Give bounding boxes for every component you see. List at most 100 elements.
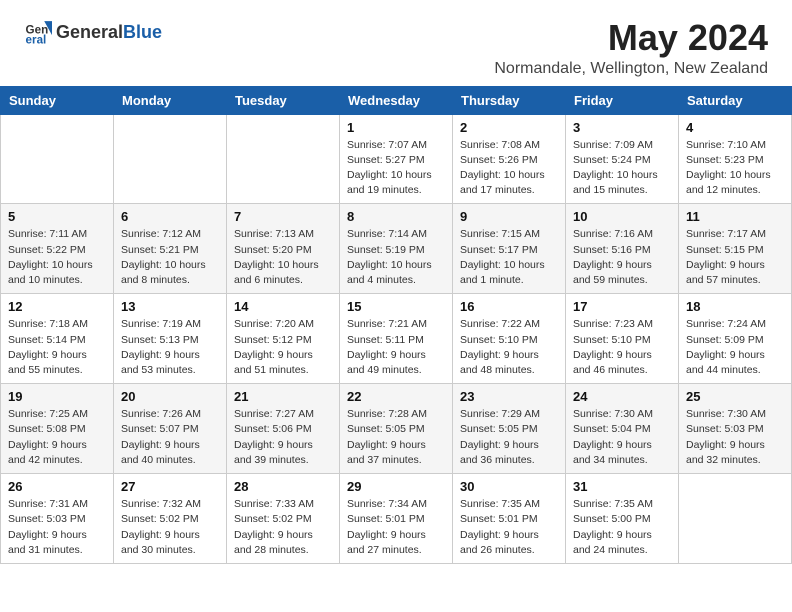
col-thursday: Thursday xyxy=(453,86,566,114)
day-number: 11 xyxy=(686,209,784,224)
day-info: Sunrise: 7:09 AM Sunset: 5:24 PM Dayligh… xyxy=(573,138,671,199)
day-number: 9 xyxy=(460,209,558,224)
table-row: 20 Sunrise: 7:26 AM Sunset: 5:07 PM Dayli… xyxy=(114,384,227,474)
calendar-week-row: 1Sunrise: 7:07 AM Sunset: 5:27 PM Daylig… xyxy=(1,114,792,204)
day-number: 21 xyxy=(234,389,332,404)
table-row: 24 Sunrise: 7:30 AM Sunset: 5:04 PM Dayli… xyxy=(566,384,679,474)
table-row: 28 Sunrise: 7:33 AM Sunset: 5:02 PM Dayli… xyxy=(227,474,340,564)
day-info: Sunrise: 7:30 AM Sunset: 5:03 PM Dayligh… xyxy=(686,407,784,468)
day-info: Sunrise: 7:28 AM Sunset: 5:05 PM Dayligh… xyxy=(347,407,445,468)
table-row: 12Sunrise: 7:18 AM Sunset: 5:14 PM Dayli… xyxy=(1,294,114,384)
table-row: 15 Sunrise: 7:21 AM Sunset: 5:11 PM Dayli… xyxy=(340,294,453,384)
day-number: 8 xyxy=(347,209,445,224)
day-info: Sunrise: 7:25 AM Sunset: 5:08 PM Dayligh… xyxy=(8,407,106,468)
calendar-title: May 2024 xyxy=(494,18,768,58)
table-row: 14 Sunrise: 7:20 AM Sunset: 5:12 PM Dayli… xyxy=(227,294,340,384)
col-sunday: Sunday xyxy=(1,86,114,114)
day-info: Sunrise: 7:35 AM Sunset: 5:00 PM Dayligh… xyxy=(573,497,671,558)
day-info: Sunrise: 7:32 AM Sunset: 5:02 PM Dayligh… xyxy=(121,497,219,558)
table-row: 22 Sunrise: 7:28 AM Sunset: 5:05 PM Dayli… xyxy=(340,384,453,474)
day-number: 10 xyxy=(573,209,671,224)
day-info: Sunrise: 7:24 AM Sunset: 5:09 PM Dayligh… xyxy=(686,317,784,378)
col-saturday: Saturday xyxy=(679,86,792,114)
calendar-header-row: Sunday Monday Tuesday Wednesday Thursday… xyxy=(1,86,792,114)
day-number: 26 xyxy=(8,479,106,494)
calendar-week-row: 12Sunrise: 7:18 AM Sunset: 5:14 PM Dayli… xyxy=(1,294,792,384)
day-info: Sunrise: 7:30 AM Sunset: 5:04 PM Dayligh… xyxy=(573,407,671,468)
day-info: Sunrise: 7:16 AM Sunset: 5:16 PM Dayligh… xyxy=(573,227,671,288)
table-row xyxy=(114,114,227,204)
table-row xyxy=(1,114,114,204)
day-number: 4 xyxy=(686,120,784,135)
day-number: 28 xyxy=(234,479,332,494)
day-info: Sunrise: 7:22 AM Sunset: 5:10 PM Dayligh… xyxy=(460,317,558,378)
day-info: Sunrise: 7:14 AM Sunset: 5:19 PM Dayligh… xyxy=(347,227,445,288)
table-row: 13Sunrise: 7:19 AM Sunset: 5:13 PM Dayli… xyxy=(114,294,227,384)
day-number: 14 xyxy=(234,299,332,314)
day-info: Sunrise: 7:08 AM Sunset: 5:26 PM Dayligh… xyxy=(460,138,558,199)
day-number: 2 xyxy=(460,120,558,135)
calendar-week-row: 5 Sunrise: 7:11 AM Sunset: 5:22 PM Daylig… xyxy=(1,204,792,294)
col-wednesday: Wednesday xyxy=(340,86,453,114)
table-row: 31Sunrise: 7:35 AM Sunset: 5:00 PM Dayli… xyxy=(566,474,679,564)
day-info: Sunrise: 7:27 AM Sunset: 5:06 PM Dayligh… xyxy=(234,407,332,468)
table-row: 17Sunrise: 7:23 AM Sunset: 5:10 PM Dayli… xyxy=(566,294,679,384)
calendar-subtitle: Normandale, Wellington, New Zealand xyxy=(494,60,768,78)
day-info: Sunrise: 7:35 AM Sunset: 5:01 PM Dayligh… xyxy=(460,497,558,558)
logo-icon: Gen eral xyxy=(24,18,52,46)
day-info: Sunrise: 7:19 AM Sunset: 5:13 PM Dayligh… xyxy=(121,317,219,378)
table-row: 26 Sunrise: 7:31 AM Sunset: 5:03 PM Dayli… xyxy=(1,474,114,564)
table-row: 9Sunrise: 7:15 AM Sunset: 5:17 PM Daylig… xyxy=(453,204,566,294)
logo-blue-text: Blue xyxy=(123,22,162,42)
table-row: 8 Sunrise: 7:14 AM Sunset: 5:19 PM Daylig… xyxy=(340,204,453,294)
day-number: 5 xyxy=(8,209,106,224)
day-info: Sunrise: 7:29 AM Sunset: 5:05 PM Dayligh… xyxy=(460,407,558,468)
day-info: Sunrise: 7:17 AM Sunset: 5:15 PM Dayligh… xyxy=(686,227,784,288)
day-number: 7 xyxy=(234,209,332,224)
day-number: 3 xyxy=(573,120,671,135)
svg-text:eral: eral xyxy=(26,34,47,46)
table-row: 19 Sunrise: 7:25 AM Sunset: 5:08 PM Dayli… xyxy=(1,384,114,474)
day-number: 24 xyxy=(573,389,671,404)
table-row: 25Sunrise: 7:30 AM Sunset: 5:03 PM Dayli… xyxy=(679,384,792,474)
table-row: 10 Sunrise: 7:16 AM Sunset: 5:16 PM Dayli… xyxy=(566,204,679,294)
day-number: 20 xyxy=(121,389,219,404)
table-row: 4Sunrise: 7:10 AM Sunset: 5:23 PM Daylig… xyxy=(679,114,792,204)
table-row: 5 Sunrise: 7:11 AM Sunset: 5:22 PM Daylig… xyxy=(1,204,114,294)
table-row: 23 Sunrise: 7:29 AM Sunset: 5:05 PM Dayli… xyxy=(453,384,566,474)
day-number: 15 xyxy=(347,299,445,314)
table-row: 16Sunrise: 7:22 AM Sunset: 5:10 PM Dayli… xyxy=(453,294,566,384)
col-tuesday: Tuesday xyxy=(227,86,340,114)
day-number: 29 xyxy=(347,479,445,494)
day-info: Sunrise: 7:21 AM Sunset: 5:11 PM Dayligh… xyxy=(347,317,445,378)
day-info: Sunrise: 7:31 AM Sunset: 5:03 PM Dayligh… xyxy=(8,497,106,558)
col-friday: Friday xyxy=(566,86,679,114)
day-number: 12 xyxy=(8,299,106,314)
day-info: Sunrise: 7:07 AM Sunset: 5:27 PM Dayligh… xyxy=(347,138,445,199)
day-info: Sunrise: 7:11 AM Sunset: 5:22 PM Dayligh… xyxy=(8,227,106,288)
day-info: Sunrise: 7:12 AM Sunset: 5:21 PM Dayligh… xyxy=(121,227,219,288)
table-row: 21 Sunrise: 7:27 AM Sunset: 5:06 PM Dayli… xyxy=(227,384,340,474)
day-number: 6 xyxy=(121,209,219,224)
calendar-wrapper: Sunday Monday Tuesday Wednesday Thursday… xyxy=(0,86,792,574)
table-row: 30 Sunrise: 7:35 AM Sunset: 5:01 PM Dayli… xyxy=(453,474,566,564)
day-number: 18 xyxy=(686,299,784,314)
day-number: 17 xyxy=(573,299,671,314)
table-row: 6 Sunrise: 7:12 AM Sunset: 5:21 PM Daylig… xyxy=(114,204,227,294)
day-number: 23 xyxy=(460,389,558,404)
table-row: 2 Sunrise: 7:08 AM Sunset: 5:26 PM Daylig… xyxy=(453,114,566,204)
day-info: Sunrise: 7:20 AM Sunset: 5:12 PM Dayligh… xyxy=(234,317,332,378)
logo: Gen eral GeneralBlue xyxy=(24,18,162,46)
page-header: Gen eral GeneralBlue May 2024 Normandale… xyxy=(0,0,792,86)
table-row: 29Sunrise: 7:34 AM Sunset: 5:01 PM Dayli… xyxy=(340,474,453,564)
calendar-week-row: 26 Sunrise: 7:31 AM Sunset: 5:03 PM Dayli… xyxy=(1,474,792,564)
day-info: Sunrise: 7:33 AM Sunset: 5:02 PM Dayligh… xyxy=(234,497,332,558)
table-row: 11 Sunrise: 7:17 AM Sunset: 5:15 PM Dayli… xyxy=(679,204,792,294)
day-info: Sunrise: 7:26 AM Sunset: 5:07 PM Dayligh… xyxy=(121,407,219,468)
logo-general-text: General xyxy=(56,22,123,42)
day-number: 19 xyxy=(8,389,106,404)
day-number: 22 xyxy=(347,389,445,404)
col-monday: Monday xyxy=(114,86,227,114)
table-row xyxy=(679,474,792,564)
day-number: 30 xyxy=(460,479,558,494)
